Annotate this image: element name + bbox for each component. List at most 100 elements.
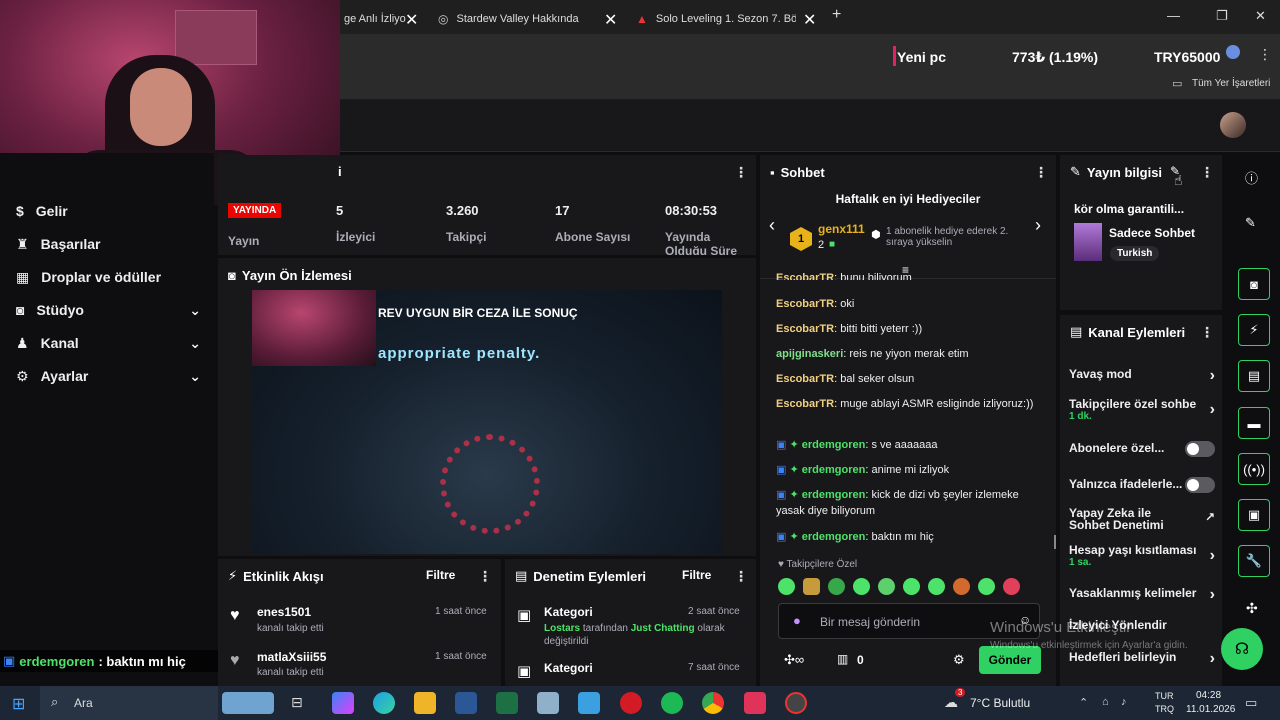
emote-icon[interactable] bbox=[828, 578, 845, 595]
chat-user[interactable]: EscobarTR bbox=[776, 272, 834, 280]
emote-icon[interactable] bbox=[1003, 578, 1020, 595]
calculator-icon[interactable] bbox=[537, 692, 559, 714]
sidebar-item-achievements[interactable]: ♜ Başarılar bbox=[16, 230, 201, 258]
action-followers-only[interactable]: Takipçilere özel sohbe 1 dk. › bbox=[1069, 397, 1215, 425]
rail-chat-button[interactable]: ▬ bbox=[1238, 407, 1270, 439]
emote-icon[interactable] bbox=[953, 578, 970, 595]
microphone-icon[interactable]: ● bbox=[793, 613, 801, 628]
maximize-icon[interactable]: ❐ bbox=[1216, 8, 1228, 24]
chat-user[interactable]: apijginaskeri bbox=[776, 348, 843, 360]
opera-icon[interactable] bbox=[620, 692, 642, 714]
mod-actor[interactable]: Lostars bbox=[544, 623, 580, 634]
volume-icon[interactable]: ♪ bbox=[1121, 696, 1127, 708]
notification-icon[interactable]: ▭ bbox=[1245, 695, 1257, 711]
minimize-icon[interactable]: — bbox=[1167, 8, 1180, 23]
chrome-icon[interactable] bbox=[702, 692, 724, 714]
extension-icon[interactable] bbox=[1226, 45, 1240, 59]
obs-icon[interactable] bbox=[785, 692, 807, 714]
emote-icon[interactable] bbox=[803, 578, 820, 595]
tag-pill[interactable]: Turkish bbox=[1110, 246, 1160, 261]
more-options-icon[interactable]: ⋮ bbox=[1200, 164, 1214, 181]
chat-user[interactable]: EscobarTR bbox=[776, 298, 834, 310]
shapes-icon[interactable]: ✣ bbox=[1246, 600, 1258, 617]
more-options-icon[interactable]: ⋮ bbox=[1034, 164, 1048, 181]
emote-icon[interactable] bbox=[978, 578, 995, 595]
browser-tab[interactable]: ▲ Solo Leveling 1. Sezon 7. Bölüm bbox=[628, 4, 818, 34]
mod-category[interactable]: Just Chatting bbox=[631, 623, 695, 634]
emote-icon[interactable] bbox=[853, 578, 870, 595]
more-options-icon[interactable]: ⋮ bbox=[734, 164, 748, 181]
more-options-icon[interactable]: ⋮ bbox=[734, 568, 748, 585]
action-emote-only[interactable]: Yalnızca ifadelerle... bbox=[1069, 477, 1215, 495]
word-icon[interactable] bbox=[455, 692, 477, 714]
tab-close-icon[interactable]: ✕ bbox=[604, 10, 617, 30]
chat-user[interactable]: erdemgoren bbox=[802, 489, 866, 501]
browser-menu-icon[interactable]: ⋮ bbox=[1258, 46, 1272, 63]
action-goals[interactable]: Hedefleri belirleyin › bbox=[1069, 650, 1215, 668]
category-name[interactable]: Sadece Sohbet bbox=[1109, 226, 1195, 240]
chat-user[interactable]: erdemgoren bbox=[802, 464, 866, 476]
info-icon[interactable]: ⓘ bbox=[1245, 168, 1258, 187]
task-view-icon[interactable]: ⊟ bbox=[291, 694, 303, 711]
points-icon[interactable]: ✣∞ bbox=[784, 652, 804, 668]
more-options-icon[interactable]: ⋮ bbox=[478, 568, 492, 585]
chat-settings-icon[interactable]: ⚙ bbox=[953, 652, 965, 668]
clock-time[interactable]: 04:28 bbox=[1196, 690, 1221, 701]
toggle-switch[interactable] bbox=[1185, 477, 1215, 493]
taskbar-search[interactable]: ⌕ Ara bbox=[40, 686, 218, 720]
rail-broadcast-button[interactable]: ((•)) bbox=[1238, 453, 1270, 485]
emote-icon[interactable] bbox=[903, 578, 920, 595]
edge-icon[interactable] bbox=[373, 692, 395, 714]
weather-text[interactable]: 7°C Bulutlu bbox=[970, 696, 1030, 710]
support-button[interactable]: ☊ bbox=[1221, 628, 1263, 670]
sidebar-item-studio[interactable]: ◙ Stüdyo ⌄ bbox=[16, 296, 201, 324]
more-options-icon[interactable]: ⋮ bbox=[1200, 324, 1214, 341]
chevron-right-icon[interactable]: › bbox=[1035, 215, 1041, 236]
rail-notes-button[interactable]: ▤ bbox=[1238, 360, 1270, 392]
new-tab-button[interactable]: + bbox=[832, 6, 841, 24]
activity-user[interactable]: matlaXsiii55 bbox=[257, 650, 326, 664]
chat-user[interactable]: EscobarTR bbox=[776, 373, 834, 385]
tray-arrow-icon[interactable]: ⌃ bbox=[1079, 696, 1088, 709]
sidebar-item-settings[interactable]: ⚙ Ayarlar ⌄ bbox=[16, 362, 201, 390]
rail-tools-button[interactable]: 🔧 bbox=[1238, 545, 1270, 577]
chat-user[interactable]: EscobarTR bbox=[776, 323, 834, 335]
chevron-left-icon[interactable]: ‹ bbox=[769, 215, 775, 236]
action-ai-moderation[interactable]: Yapay Zeka ile Sohbet Denetimi ↗ bbox=[1069, 507, 1215, 535]
tab-close-icon[interactable]: ✕ bbox=[405, 10, 418, 30]
gift-box-icon[interactable]: ▥ bbox=[837, 652, 848, 666]
activity-user[interactable]: enes1501 bbox=[257, 605, 311, 619]
action-slow-mode[interactable]: Yavaş mod › bbox=[1069, 367, 1215, 385]
chat-user[interactable]: erdemgoren bbox=[802, 531, 866, 543]
clock-date[interactable]: 11.01.2026 bbox=[1186, 704, 1235, 715]
excel-icon[interactable] bbox=[496, 692, 518, 714]
gifter-name[interactable]: genx111 bbox=[818, 222, 865, 236]
network-icon[interactable]: ⌂ bbox=[1102, 696, 1109, 708]
copilot-icon[interactable] bbox=[332, 692, 354, 714]
sidebar-item-channel[interactable]: ♟ Kanal ⌄ bbox=[16, 329, 201, 357]
language-code[interactable]: TUR bbox=[1155, 691, 1174, 701]
filter-button[interactable]: Filtre bbox=[682, 568, 711, 582]
widget-icon[interactable] bbox=[222, 692, 274, 714]
pencil-icon[interactable]: ✎ bbox=[1245, 215, 1256, 231]
rail-camera-button[interactable]: ◙ bbox=[1238, 268, 1270, 300]
all-bookmarks-link[interactable]: Tüm Yer İşaretleri bbox=[1192, 78, 1270, 89]
chat-user[interactable]: erdemgoren bbox=[802, 439, 866, 451]
chat-user[interactable]: EscobarTR bbox=[776, 398, 834, 410]
tab-close-icon[interactable]: ✕ bbox=[803, 10, 816, 30]
emote-icon[interactable] bbox=[778, 578, 795, 595]
store-icon[interactable] bbox=[578, 692, 600, 714]
rail-layout-button[interactable]: ▣ bbox=[1238, 499, 1270, 531]
file-explorer-icon[interactable] bbox=[414, 692, 436, 714]
emote-icon[interactable] bbox=[878, 578, 895, 595]
close-window-icon[interactable]: ✕ bbox=[1255, 8, 1266, 24]
action-account-age[interactable]: Hesap yaşı kısıtlaması 1 sa. › bbox=[1069, 543, 1215, 571]
action-banned-words[interactable]: Yasaklanmış kelimeler › bbox=[1069, 586, 1215, 604]
emote-icon[interactable] bbox=[928, 578, 945, 595]
stream-preview[interactable]: REV UYGUN BİR CEZA İLE SONUÇ appropriate… bbox=[252, 290, 722, 554]
sidebar-item-drops[interactable]: ▦ Droplar ve ödüller bbox=[16, 263, 201, 291]
sidebar-item-revenue[interactable]: $ Gelir bbox=[16, 197, 201, 225]
filter-button[interactable]: Filtre bbox=[426, 568, 455, 582]
windows-start-icon[interactable]: ⊞ bbox=[12, 694, 25, 714]
app-icon[interactable] bbox=[744, 692, 766, 714]
